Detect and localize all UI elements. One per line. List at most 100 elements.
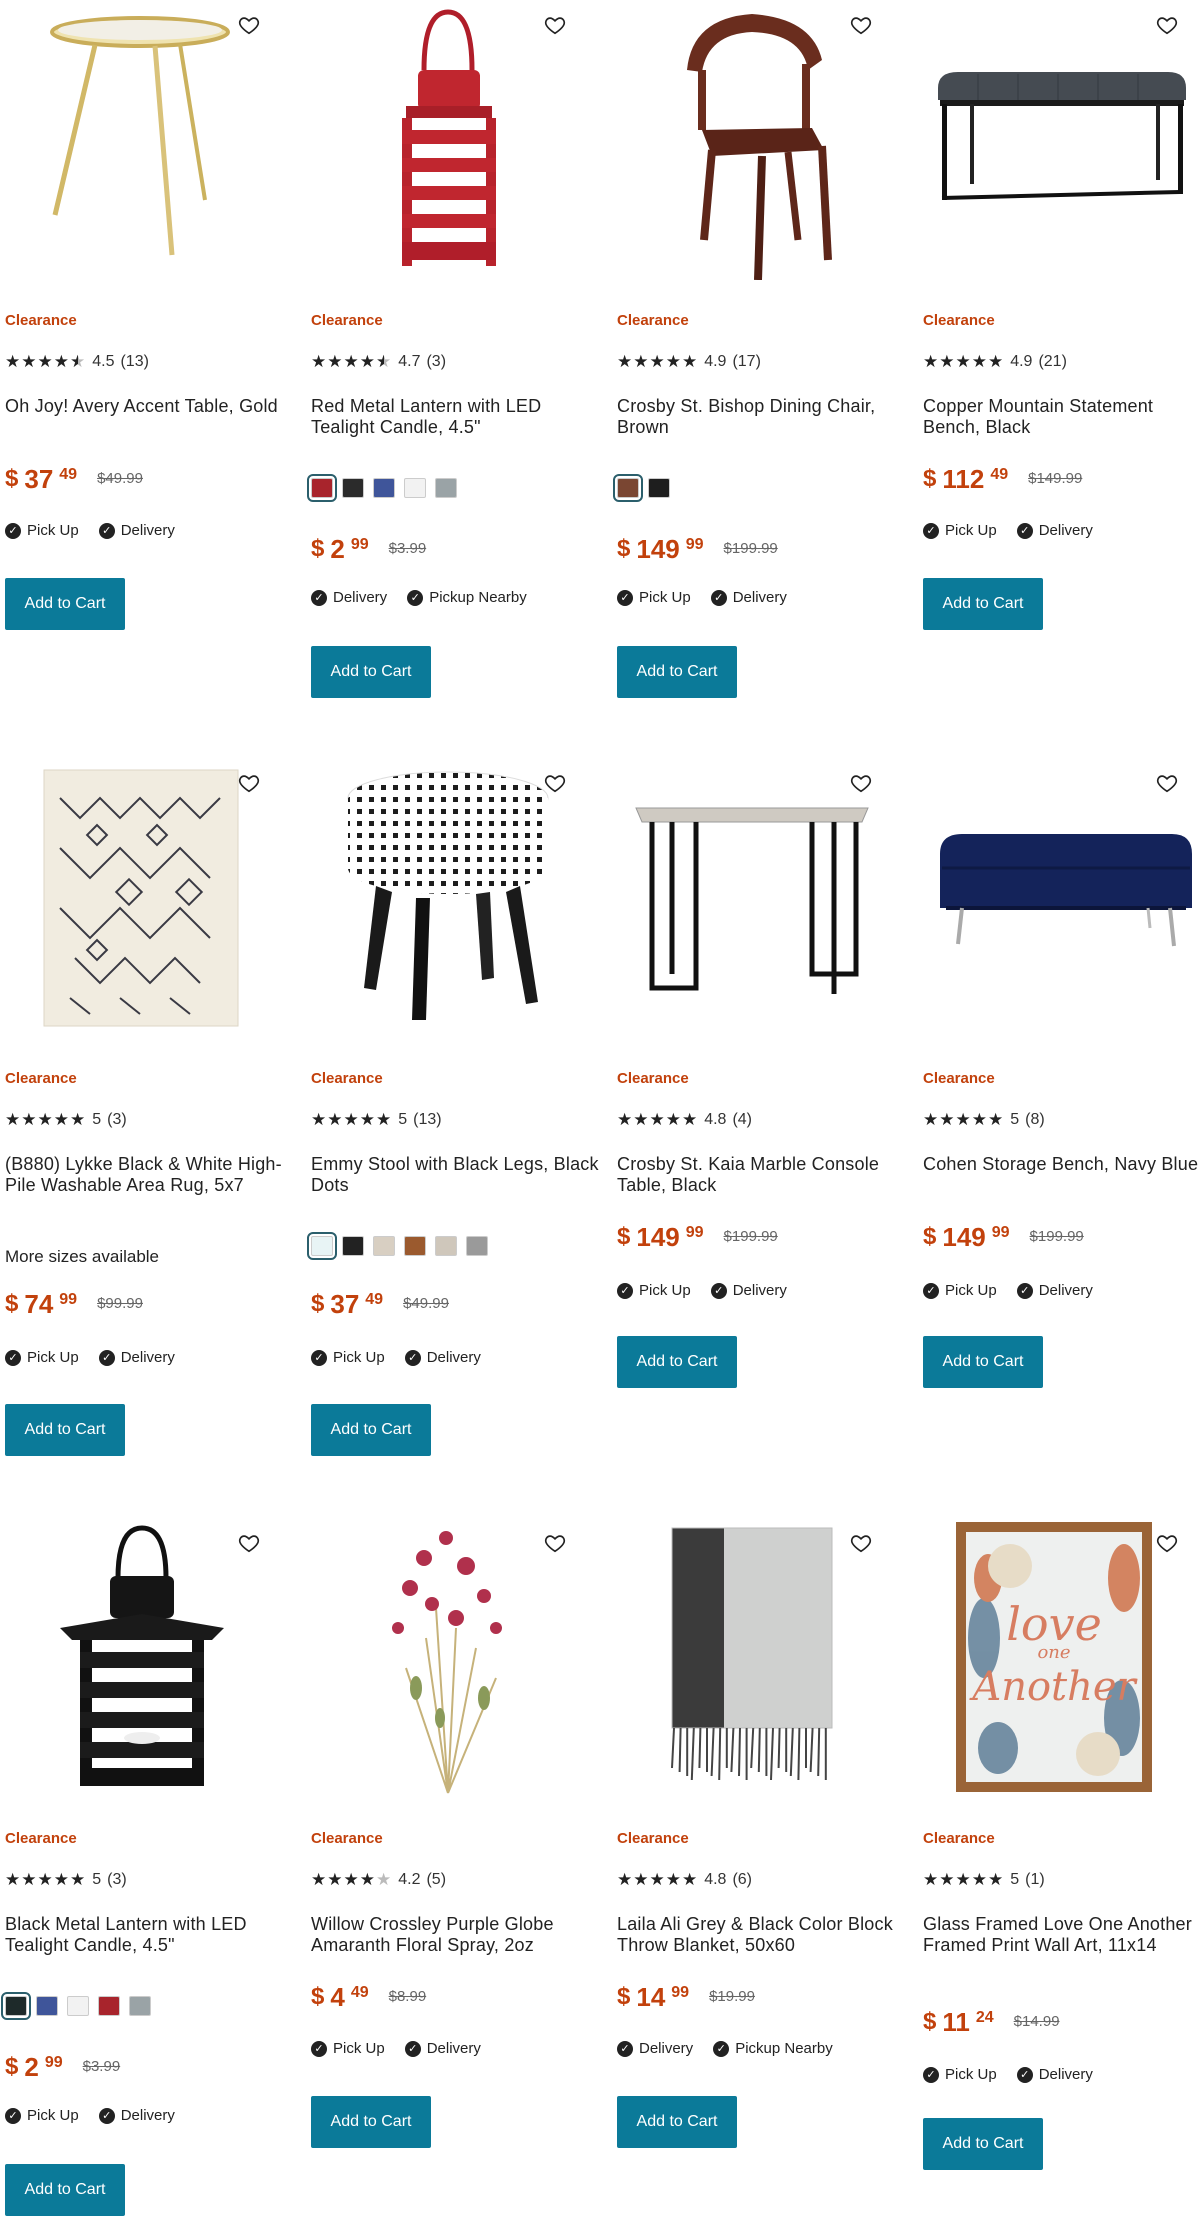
product-title[interactable]: Black Metal Lantern with LED Tealight Ca… — [5, 1914, 295, 1956]
color-swatch[interactable] — [36, 1996, 58, 2016]
rating: ★★★★★ 4.8 (6) — [617, 1870, 752, 1890]
product-image-console-table[interactable] — [612, 758, 902, 1038]
rating: ★★★★★ 4.9 (21) — [923, 352, 1067, 372]
color-swatch[interactable] — [342, 478, 364, 498]
favorite-heart-icon[interactable] — [238, 14, 260, 36]
color-swatch[interactable] — [435, 1236, 457, 1256]
favorite-heart-icon[interactable] — [544, 772, 566, 794]
product-title[interactable]: Crosby St. Kaia Marble Console Table, Bl… — [617, 1154, 907, 1196]
add-to-cart-button[interactable]: Add to Cart — [311, 2096, 431, 2148]
product-card[interactable]: Clearance ★★★★★ 4.7 (3) Red Metal Lanter… — [306, 0, 606, 698]
add-to-cart-button[interactable]: Add to Cart — [311, 646, 431, 698]
add-to-cart-button[interactable]: Add to Cart — [5, 2164, 125, 2216]
product-card[interactable]: Clearance ★★★★★ 4.9 (17) Crosby St. Bish… — [612, 0, 912, 698]
product-card[interactable]: Clearance ★★★★★ 5 (3) (B880) Lykke Black… — [0, 758, 300, 1456]
original-price: $14.99 — [1013, 2013, 1060, 2030]
svg-text:one: one — [1037, 1642, 1070, 1663]
color-swatch[interactable] — [404, 478, 426, 498]
add-to-cart-button[interactable]: Add to Cart — [617, 2096, 737, 2148]
add-to-cart-button[interactable]: Add to Cart — [923, 1336, 1043, 1388]
product-card[interactable]: Clearance ★★★★★ 5 (13) Emmy Stool with B… — [306, 758, 606, 1456]
color-swatch[interactable] — [129, 1996, 151, 2016]
color-swatch[interactable] — [613, 474, 643, 502]
add-to-cart-button[interactable]: Add to Cart — [923, 578, 1043, 630]
color-swatch[interactable] — [373, 478, 395, 498]
star-rating-icon: ★★★★★ — [311, 1110, 393, 1129]
add-to-cart-button[interactable]: Add to Cart — [311, 1404, 431, 1456]
product-image-black-lantern[interactable] — [0, 1518, 290, 1798]
product-image-floral-spray[interactable] — [306, 1518, 596, 1798]
favorite-heart-icon[interactable] — [1156, 14, 1178, 36]
add-to-cart-button[interactable]: Add to Cart — [5, 578, 125, 630]
product-title[interactable]: Emmy Stool with Black Legs, Black Dots — [311, 1154, 601, 1196]
color-swatch[interactable] — [466, 1236, 488, 1256]
color-swatch[interactable] — [67, 1996, 89, 2016]
add-to-cart-button[interactable]: Add to Cart — [5, 1404, 125, 1456]
favorite-heart-icon[interactable] — [850, 772, 872, 794]
fulfillment-label: Pick Up — [639, 589, 691, 606]
fulfillment-label: Delivery — [639, 2040, 694, 2057]
favorite-heart-icon[interactable] — [850, 14, 872, 36]
fulfillment-options: ✓ Pick Up ✓ Delivery — [617, 1282, 787, 1299]
product-title[interactable]: Willow Crossley Purple Globe Amaranth Fl… — [311, 1914, 601, 1956]
fulfillment-label: Pick Up — [945, 1282, 997, 1299]
product-card[interactable]: Clearance ★★★★★ 4.2 (5) Willow Crossley … — [306, 1518, 606, 2148]
product-card[interactable]: Clearance ★★★★★ 5 (8) Cohen Storage Benc… — [918, 758, 1200, 1388]
clearance-badge: Clearance — [923, 1070, 995, 1087]
color-swatch[interactable] — [1, 1992, 31, 2020]
fulfillment-label: Delivery — [732, 1282, 787, 1299]
product-card[interactable]: Clearance ★★★★★ 4.8 (6) Laila Ali Grey &… — [612, 1518, 912, 2148]
product-image-gold-accent-table[interactable] — [0, 0, 290, 280]
add-to-cart-button[interactable]: Add to Cart — [617, 1336, 737, 1388]
color-swatch[interactable] — [648, 478, 670, 498]
product-image-throw-blanket[interactable] — [612, 1518, 902, 1798]
fulfillment-options: ✓ Delivery ✓ Pickup Nearby — [617, 2040, 833, 2057]
product-title[interactable]: Glass Framed Love One Another Framed Pri… — [923, 1914, 1200, 1956]
product-title[interactable]: Red Metal Lantern with LED Tealight Cand… — [311, 396, 601, 438]
product-image-area-rug[interactable] — [0, 758, 290, 1038]
original-price: $49.99 — [97, 470, 143, 487]
color-swatch[interactable] — [435, 478, 457, 498]
check-icon: ✓ — [617, 1282, 633, 1299]
favorite-heart-icon[interactable] — [1156, 1532, 1178, 1554]
favorite-heart-icon[interactable] — [544, 14, 566, 36]
favorite-heart-icon[interactable] — [850, 1532, 872, 1554]
favorite-heart-icon[interactable] — [238, 772, 260, 794]
product-title[interactable]: Crosby St. Bishop Dining Chair, Brown — [617, 396, 907, 438]
product-card[interactable]: Clearance ★★★★★ 4.5 (13) Oh Joy! Avery A… — [0, 0, 300, 630]
favorite-heart-icon[interactable] — [238, 1532, 260, 1554]
product-image-navy-bench[interactable] — [918, 758, 1200, 1038]
favorite-heart-icon[interactable] — [544, 1532, 566, 1554]
add-to-cart-button[interactable]: Add to Cart — [617, 646, 737, 698]
product-image-framed-print[interactable]: love one Another — [918, 1518, 1200, 1798]
color-swatch[interactable] — [307, 1232, 337, 1260]
fulfillment-option: ✓ Delivery — [98, 522, 175, 539]
price-cents: 99 — [44, 2054, 63, 2071]
product-card[interactable]: Clearance ★★★★★ 4.8 (4) Crosby St. Kaia … — [612, 758, 912, 1388]
product-image-dot-stool[interactable] — [306, 758, 596, 1038]
product-card[interactable]: love one Another Clearance ★★★★★ 5 (1) G… — [918, 1518, 1200, 2170]
color-swatches — [613, 474, 670, 502]
more-sizes-link[interactable]: More sizes available — [5, 1247, 159, 1267]
product-card[interactable]: Clearance ★★★★★ 5 (3) Black Metal Lanter… — [0, 1518, 300, 2216]
product-image-red-lantern[interactable] — [306, 0, 596, 280]
product-title[interactable]: Oh Joy! Avery Accent Table, Gold — [5, 396, 295, 417]
product-card[interactable]: Clearance ★★★★★ 4.9 (21) Copper Mountain… — [918, 0, 1200, 630]
check-icon: ✓ — [923, 522, 939, 539]
color-swatch[interactable] — [307, 474, 337, 502]
favorite-heart-icon[interactable] — [1156, 772, 1178, 794]
product-title[interactable]: Cohen Storage Bench, Navy Blue — [923, 1154, 1200, 1175]
color-swatch[interactable] — [98, 1996, 120, 2016]
review-count: (17) — [732, 353, 761, 370]
product-title[interactable]: Laila Ali Grey & Black Color Block Throw… — [617, 1914, 907, 1956]
star-rating-icon: ★★★★★ — [617, 1870, 699, 1889]
color-swatch[interactable] — [404, 1236, 426, 1256]
product-image-dining-chair[interactable] — [612, 0, 902, 280]
color-swatch[interactable] — [342, 1236, 364, 1256]
product-title[interactable]: Copper Mountain Statement Bench, Black — [923, 396, 1200, 438]
product-title[interactable]: (B880) Lykke Black & White High-Pile Was… — [5, 1154, 295, 1196]
color-swatch[interactable] — [373, 1236, 395, 1256]
rating-value: 4.8 — [704, 1111, 727, 1128]
product-image-black-bench[interactable] — [918, 0, 1200, 280]
add-to-cart-button[interactable]: Add to Cart — [923, 2118, 1043, 2170]
